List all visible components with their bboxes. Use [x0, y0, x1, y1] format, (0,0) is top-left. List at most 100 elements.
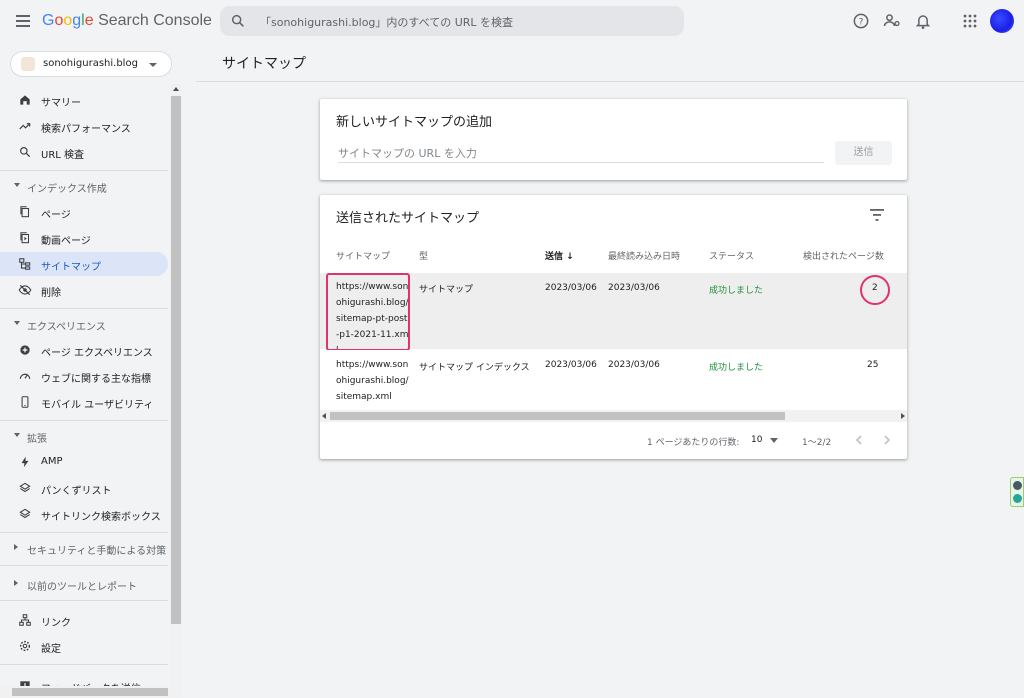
menu-icon[interactable]	[14, 12, 32, 30]
apps-grid-icon[interactable]	[960, 11, 980, 31]
column-header-type[interactable]: 型	[419, 249, 428, 262]
sidebar-item-core-web-vitals[interactable]: ウェブに関する主な指標	[0, 364, 168, 388]
page-title: サイトマップ	[222, 56, 306, 72]
extension-widget[interactable]	[1010, 477, 1024, 507]
layers-icon	[19, 508, 31, 519]
sidebar-item-amp[interactable]: AMP	[0, 450, 168, 474]
sidebar-item-breadcrumbs[interactable]: パンくずリスト	[0, 476, 168, 500]
section-legacy-tools[interactable]: 以前のツールとレポート	[0, 573, 168, 595]
sidebar-item-pages[interactable]: ページ	[0, 200, 168, 224]
scroll-left-icon[interactable]	[322, 413, 326, 419]
sidebar-scrollbar[interactable]	[170, 84, 182, 698]
caret-right-icon	[14, 580, 18, 586]
divider	[196, 81, 1024, 82]
sidebar-item-label: サイトマップ	[41, 262, 101, 273]
column-header-submitted[interactable]: 送信 ↓	[545, 249, 574, 262]
sidebar-item-label: モバイル ユーザビリティ	[41, 400, 154, 411]
sidebar-item-sitemaps[interactable]: サイトマップ	[0, 252, 168, 276]
app-logo[interactable]: Google Search Console	[42, 12, 212, 30]
scrollbar-thumb[interactable]	[171, 96, 181, 624]
sidebar-item-label: パンくずリスト	[41, 486, 112, 497]
sitemap-url: https://www.sonohigurashi.blog/sitemap.x…	[336, 360, 409, 402]
table-horizontal-scrollbar[interactable]	[320, 410, 907, 422]
sidebar-item-label: サイトリンク検索ボックス	[41, 512, 161, 523]
table-row[interactable]: https://www.sonohigurashi.blog/sitemap.x…	[320, 350, 907, 410]
column-header-sitemap[interactable]: サイトマップ	[336, 249, 390, 262]
sitemap-url-input[interactable]: サイトマップの URL を入力	[338, 145, 824, 163]
close-circle-icon[interactable]	[1013, 481, 1022, 490]
submitted-date: 2023/03/06	[545, 360, 597, 370]
divider	[0, 565, 168, 566]
help-icon[interactable]: ?	[851, 11, 871, 31]
chevron-left-icon[interactable]	[855, 435, 863, 445]
extension-icon[interactable]	[1013, 494, 1022, 503]
sidebar-item-label: ページ エクスペリエンス	[41, 348, 153, 359]
sidebar-item-mobile-usability[interactable]: モバイル ユーザビリティ	[0, 390, 168, 414]
sidebar-item-settings[interactable]: 設定	[0, 634, 168, 658]
file-copy-icon	[20, 206, 30, 218]
section-index[interactable]: インデックス作成	[0, 175, 168, 197]
rows-per-page-label: 1 ページあたりの行数:	[647, 438, 740, 448]
sidebar-item-sitelinks-searchbox[interactable]: サイトリンク検索ボックス	[0, 502, 168, 526]
section-label: 以前のツールとレポート	[27, 582, 137, 593]
sidebar-item-video-pages[interactable]: 動画ページ	[0, 226, 168, 250]
submitted-sitemaps-title: 送信されたサイトマップ	[336, 211, 480, 226]
scroll-right-icon[interactable]	[901, 413, 905, 419]
divider	[0, 170, 168, 171]
sidebar-item-summary[interactable]: サマリー	[0, 88, 168, 112]
section-experience[interactable]: エクスペリエンス	[0, 313, 168, 335]
manage-users-icon[interactable]	[882, 11, 902, 31]
scrollbar-thumb[interactable]	[12, 688, 168, 696]
sidebar-item-removals[interactable]: 削除	[0, 278, 168, 302]
sidebar-item-url-inspect[interactable]: URL 検査	[0, 140, 168, 164]
arrow-down-icon: ↓	[566, 252, 574, 262]
section-label: インデックス作成	[27, 184, 107, 195]
rows-per-page-select[interactable]: 10	[751, 435, 762, 445]
avatar[interactable]	[990, 9, 1014, 33]
column-header-last-read[interactable]: 最終読み込み日時	[608, 249, 680, 262]
video-page-icon	[20, 232, 30, 244]
chevron-right-icon[interactable]	[883, 435, 891, 445]
url-inspect-search[interactable]: 「sonohigurashi.blog」内のすべての URL を検査	[220, 6, 684, 36]
sidebar-item-label: 動画ページ	[41, 236, 91, 247]
last-read-date: 2023/03/06	[608, 360, 660, 370]
sidebar-item-label: URL 検査	[41, 150, 85, 161]
sidebar-item-label: AMP	[41, 456, 63, 467]
chevron-down-icon	[149, 63, 157, 67]
divider	[0, 420, 168, 421]
sidebar-item-label: リンク	[41, 618, 71, 629]
property-selector[interactable]: sonohigurashi.blog	[10, 51, 172, 77]
submit-button[interactable]: 送信	[835, 141, 892, 165]
column-header-discovered-pages[interactable]: 検出されたページ数	[803, 249, 884, 262]
phone-icon	[21, 396, 29, 408]
column-header-status[interactable]: ステータス	[709, 249, 754, 262]
sidebar-item-performance[interactable]: 検索パフォーマンス	[0, 114, 168, 138]
layers-icon	[19, 482, 31, 493]
pagination-range: 1～2/2	[802, 438, 832, 448]
search-icon	[20, 147, 31, 158]
scroll-up-icon[interactable]	[173, 87, 179, 91]
add-sitemap-card: 新しいサイトマップの追加 サイトマップの URL を入力 送信	[320, 99, 907, 180]
divider	[0, 532, 168, 533]
sidebar-item-label: ページ	[41, 210, 71, 221]
sidebar-item-page-experience[interactable]: ページ エクスペリエンス	[0, 338, 168, 362]
home-icon	[20, 95, 30, 105]
top-bar: Google Search Console 「sonohigurashi.blo…	[0, 0, 1024, 42]
bell-icon[interactable]	[913, 11, 933, 31]
chevron-down-icon[interactable]	[770, 438, 778, 443]
divider	[0, 308, 168, 309]
caret-down-icon	[14, 321, 20, 325]
trending-up-icon	[19, 123, 31, 130]
sidebar-item-label: サマリー	[41, 98, 81, 109]
sidebar-item-links[interactable]: リンク	[0, 608, 168, 632]
property-name: sonohigurashi.blog	[43, 58, 138, 69]
section-security[interactable]: セキュリティと手動による対策	[0, 537, 168, 559]
table-row[interactable]: https://www.sonohigurashi.blog/sitemap-p…	[320, 273, 907, 356]
sidebar-item-label: 削除	[41, 288, 61, 299]
section-enhancements[interactable]: 拡張	[0, 425, 168, 447]
filter-icon[interactable]	[870, 209, 884, 221]
sidebar-horizontal-scrollbar[interactable]	[0, 686, 182, 698]
svg-text:?: ?	[859, 16, 864, 27]
section-label: エクスペリエンス	[27, 322, 106, 333]
scrollbar-thumb[interactable]	[330, 412, 785, 420]
